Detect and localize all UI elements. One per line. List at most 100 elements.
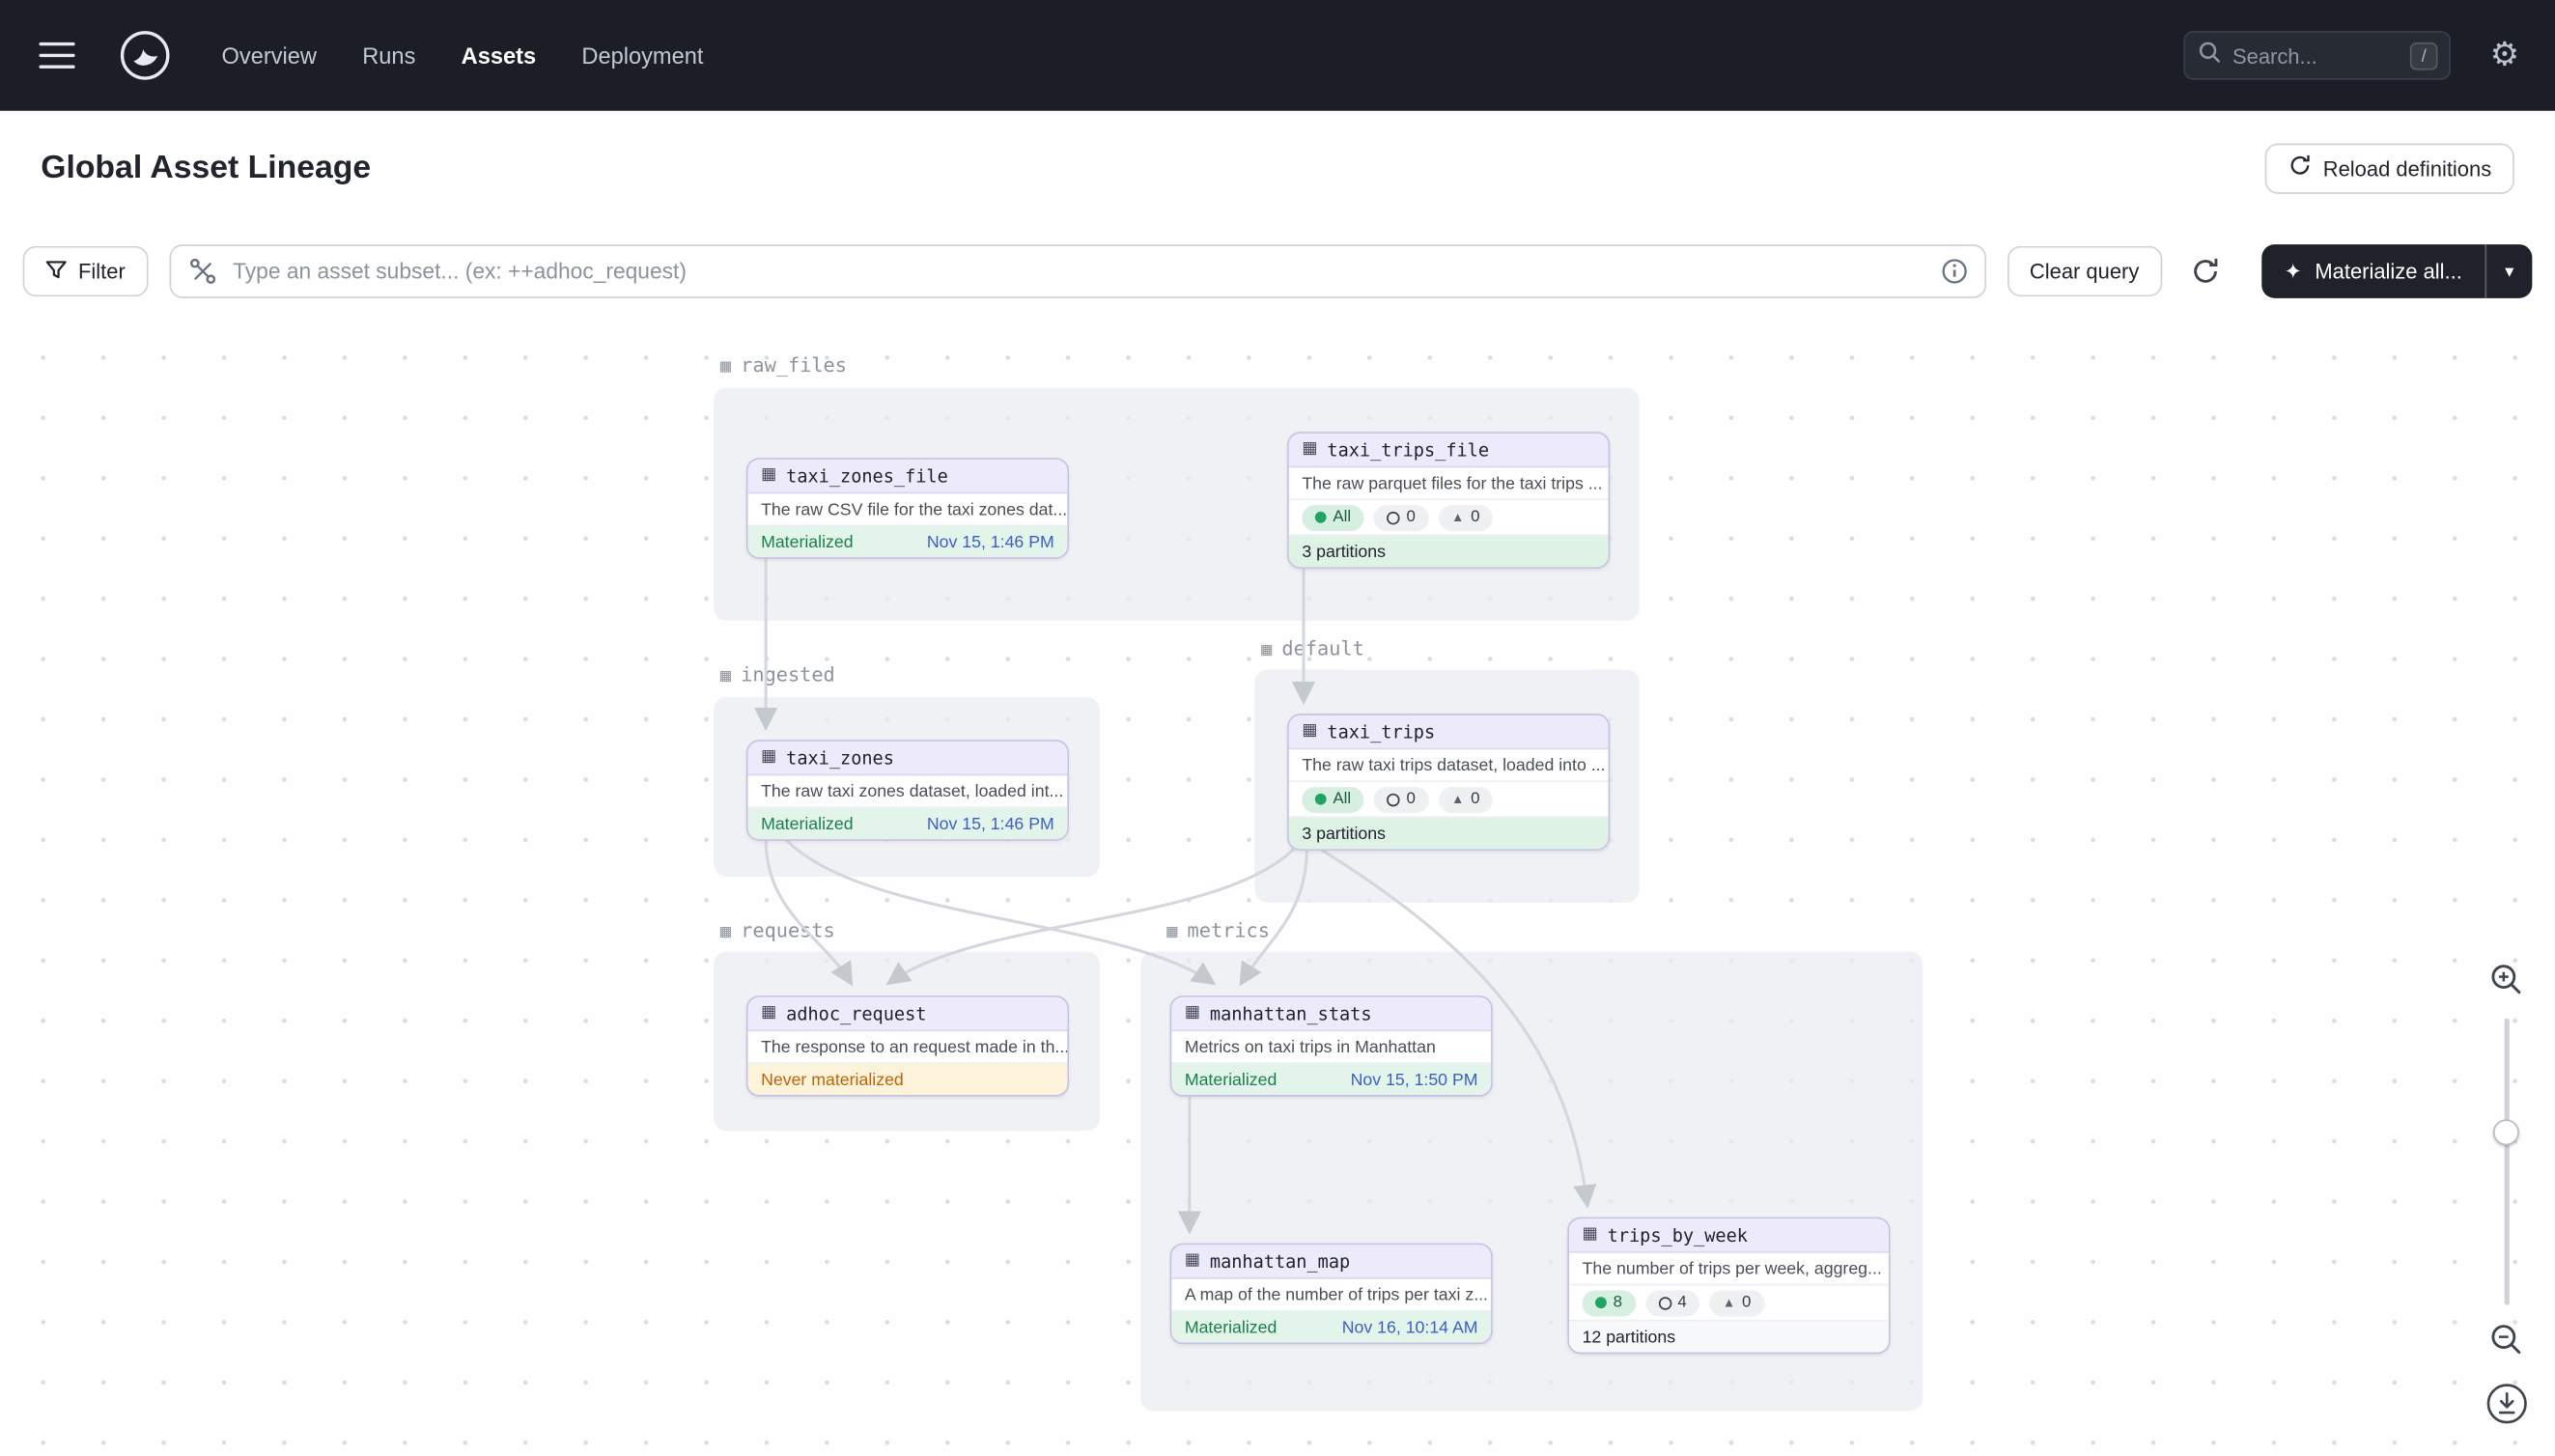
partitions-success-pill[interactable]: All	[1302, 504, 1363, 530]
asset-node-taxi-zones[interactable]: ▦ taxi_zones The raw taxi zones dataset,…	[746, 740, 1069, 841]
group-label-default[interactable]: ▦ default	[1261, 637, 1364, 660]
table-icon: ▦	[761, 1005, 776, 1022]
page-header: Global Asset Lineage Reload definitions	[0, 111, 2555, 225]
asset-description: The number of trips per week, aggreg...	[1569, 1253, 1889, 1286]
reload-icon	[2288, 154, 2312, 182]
materialized-timestamp[interactable]: Nov 15, 1:50 PM	[1351, 1070, 1478, 1089]
partitions-footer: 12 partitions	[1569, 1322, 1889, 1353]
settings-gear-icon[interactable]: ⚙	[2490, 40, 2519, 72]
asset-node-taxi-trips[interactable]: ▦ taxi_trips The raw taxi trips dataset,…	[1287, 714, 1610, 851]
asset-subset-input[interactable]	[169, 244, 1985, 298]
zoom-in-button[interactable]	[2485, 958, 2527, 1005]
partition-status-row: All 0 ▲ 0	[1289, 500, 1609, 536]
asset-name: manhattan_map	[1210, 1250, 1350, 1272]
partitions-footer: 3 partitions	[1289, 818, 1609, 849]
global-search[interactable]: /	[2183, 31, 2451, 80]
materialized-label: Materialized	[1185, 1317, 1278, 1336]
asset-node-manhattan-map[interactable]: ▦ manhattan_map A map of the number of t…	[1170, 1244, 1493, 1345]
group-label-ingested[interactable]: ▦ ingested	[720, 663, 835, 686]
partition-status-row: All 0 ▲ 0	[1289, 782, 1609, 818]
table-icon: ▦	[761, 467, 776, 484]
asset-status-bar: Materialized Nov 15, 1:50 PM	[1171, 1064, 1491, 1095]
partitions-failed-pill[interactable]: 4	[1645, 1290, 1700, 1316]
group-label-raw-files[interactable]: ▦ raw_files	[720, 353, 847, 377]
asset-node-trips-by-week[interactable]: ▦ trips_by_week The number of trips per …	[1567, 1218, 1890, 1355]
zoom-controls	[2470, 958, 2541, 1430]
lineage-canvas[interactable]: ▦ raw_files ▦ ingested ▦ default ▦ reque…	[0, 318, 2555, 1456]
missing-triangle-icon: ▲	[1723, 1296, 1735, 1309]
asset-node-taxi-zones-file[interactable]: ▦ taxi_zones_file The raw CSV file for t…	[746, 458, 1069, 559]
partitions-missing-pill[interactable]: ▲ 0	[1709, 1290, 1764, 1316]
zoom-out-button[interactable]	[2485, 1318, 2527, 1365]
materialize-all-button[interactable]: ✦ Materialize all...	[2261, 244, 2485, 298]
partitions-missing-pill[interactable]: ▲ 0	[1439, 786, 1494, 812]
search-icon	[2199, 40, 2222, 70]
table-icon: ▦	[1302, 441, 1317, 458]
asset-name: taxi_trips	[1327, 721, 1435, 742]
asset-node-adhoc-request[interactable]: ▦ adhoc_request The response to an reque…	[746, 995, 1069, 1097]
materialize-all-dropdown-caret[interactable]: ▾	[2485, 244, 2532, 298]
info-icon[interactable]	[1940, 258, 1968, 294]
zoom-slider[interactable]	[2504, 1019, 2509, 1305]
partitions-missing-pill[interactable]: ▲ 0	[1439, 504, 1494, 530]
nav-item-assets[interactable]: Assets	[462, 42, 536, 69]
materialized-timestamp[interactable]: Nov 15, 1:46 PM	[927, 814, 1054, 833]
selector-icon	[189, 258, 217, 294]
group-grid-icon: ▦	[1261, 638, 1272, 659]
asset-name: taxi_zones	[786, 747, 894, 769]
asset-description: The raw taxi trips dataset, loaded into …	[1289, 749, 1609, 782]
group-name: ingested	[741, 663, 835, 686]
clear-query-button[interactable]: Clear query	[2007, 246, 2162, 296]
partitions-success-pill[interactable]: All	[1302, 786, 1363, 812]
nav-item-overview[interactable]: Overview	[222, 42, 317, 69]
partitions-missing-count: 0	[1471, 790, 1479, 808]
materialized-timestamp[interactable]: Nov 16, 10:14 AM	[1342, 1317, 1478, 1336]
nav-item-runs[interactable]: Runs	[362, 42, 415, 69]
filter-button[interactable]: Filter	[23, 246, 149, 296]
partitions-footer-label: 12 partitions	[1583, 1327, 1676, 1346]
main-nav: Overview Runs Assets Deployment	[222, 42, 704, 69]
asset-name: adhoc_request	[786, 1003, 926, 1024]
reload-definitions-button[interactable]: Reload definitions	[2264, 143, 2514, 193]
missing-triangle-icon: ▲	[1451, 511, 1464, 524]
dagster-logo[interactable]	[118, 28, 173, 83]
reload-definitions-label: Reload definitions	[2323, 155, 2491, 180]
partition-status-row: 8 4 ▲ 0	[1569, 1285, 1889, 1321]
refresh-button[interactable]	[2183, 249, 2228, 294]
asset-status-bar: Materialized Nov 15, 1:46 PM	[748, 808, 1068, 839]
partitions-failed-pill[interactable]: 0	[1374, 786, 1429, 812]
partitions-footer-label: 3 partitions	[1302, 824, 1386, 843]
asset-name: trips_by_week	[1608, 1224, 1748, 1246]
download-image-button[interactable]	[2485, 1382, 2529, 1431]
asset-description: The raw taxi zones dataset, loaded int..…	[748, 775, 1068, 808]
asset-node-manhattan-stats[interactable]: ▦ manhattan_stats Metrics on taxi trips …	[1170, 995, 1493, 1097]
asset-description: The raw parquet files for the taxi trips…	[1289, 467, 1609, 500]
partitions-success-count: All	[1333, 509, 1351, 527]
table-icon: ▦	[1185, 1253, 1200, 1270]
materialized-timestamp[interactable]: Nov 15, 1:46 PM	[927, 532, 1054, 551]
refresh-icon	[2190, 256, 2221, 287]
asset-node-header: ▦ adhoc_request	[748, 997, 1068, 1031]
failed-circle-icon	[1658, 1296, 1671, 1309]
group-name: default	[1281, 637, 1363, 660]
partitions-failed-pill[interactable]: 0	[1374, 504, 1429, 530]
partitions-success-count: 8	[1614, 1294, 1622, 1312]
table-icon: ▦	[1185, 1005, 1200, 1022]
asset-name: taxi_trips_file	[1327, 439, 1489, 461]
asset-node-taxi-trips-file[interactable]: ▦ taxi_trips_file The raw parquet files …	[1287, 432, 1610, 569]
partitions-success-pill[interactable]: 8	[1583, 1290, 1636, 1316]
group-label-metrics[interactable]: ▦ metrics	[1166, 919, 1270, 942]
partitions-failed-count: 0	[1407, 509, 1416, 527]
search-input[interactable]	[2232, 43, 2436, 68]
never-materialized-label: Never materialized	[761, 1070, 904, 1089]
zoom-slider-handle[interactable]	[2493, 1119, 2519, 1145]
materialize-all-split-button: ✦ Materialize all... ▾	[2261, 244, 2532, 298]
group-label-requests[interactable]: ▦ requests	[720, 919, 835, 942]
zoom-out-icon	[2488, 1322, 2524, 1358]
partitions-footer-label: 3 partitions	[1302, 542, 1386, 561]
asset-node-header: ▦ manhattan_stats	[1171, 997, 1491, 1031]
hamburger-menu-icon[interactable]	[40, 42, 75, 69]
nav-item-deployment[interactable]: Deployment	[581, 42, 703, 69]
group-name: raw_files	[741, 353, 847, 377]
success-dot-icon	[1315, 512, 1327, 523]
